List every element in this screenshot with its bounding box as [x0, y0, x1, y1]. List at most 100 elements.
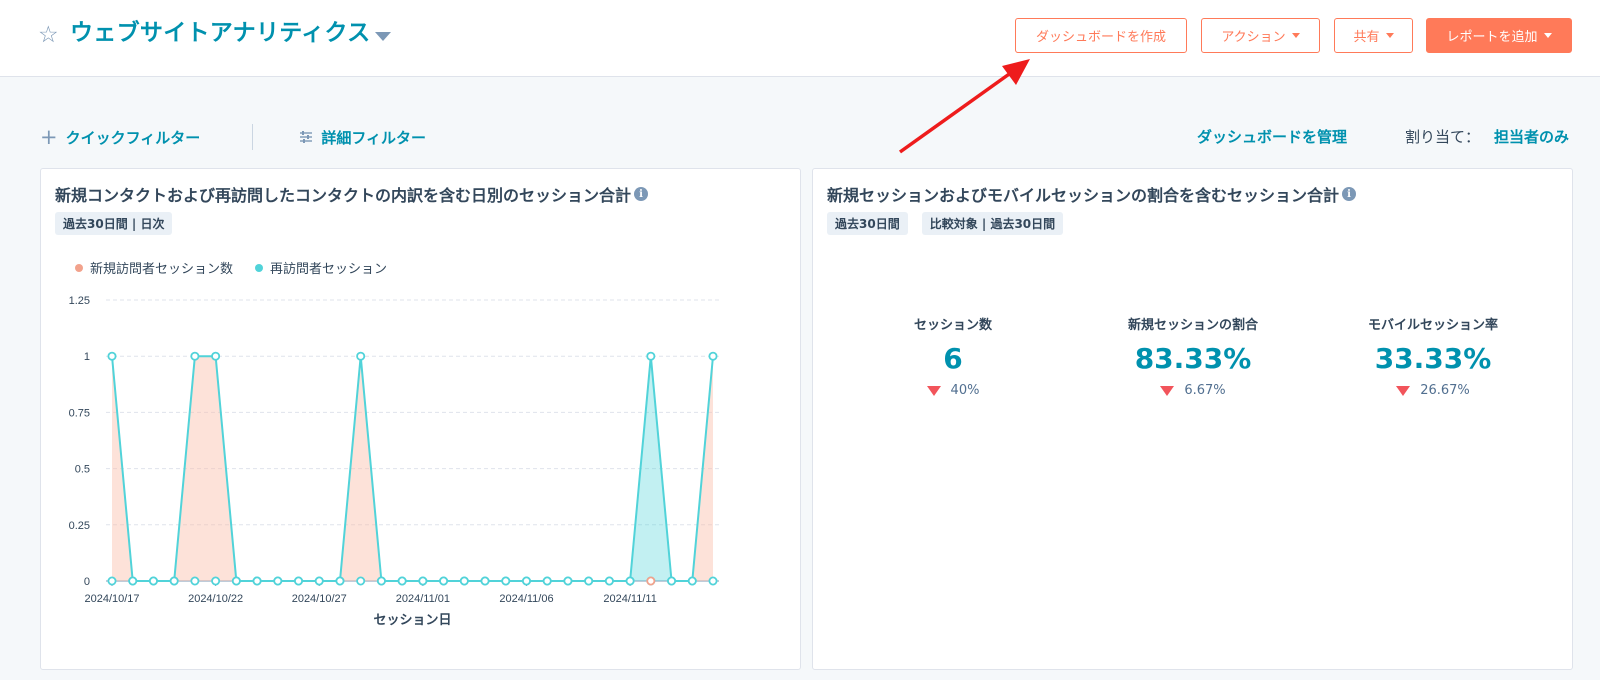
data-point — [542, 576, 552, 586]
data-point — [708, 351, 718, 361]
data-point — [356, 576, 366, 586]
data-point — [273, 576, 283, 586]
data-point — [294, 576, 304, 586]
data-point — [418, 576, 428, 586]
data-point — [625, 576, 635, 586]
kpi-change-value: 40% — [950, 383, 980, 398]
share-label: 共有 — [1353, 29, 1380, 44]
kpi-change-value: 6.67% — [1184, 383, 1226, 398]
y-tick-label: 1.25 — [69, 295, 90, 307]
advanced-filter-label: 詳細フィルター — [321, 128, 427, 147]
quick-filter-button[interactable]: + クイックフィルター — [40, 127, 200, 148]
data-point — [667, 576, 677, 586]
data-point — [252, 576, 262, 586]
plus-icon: + — [40, 125, 58, 149]
kpi-change: 6.67% — [1073, 383, 1313, 398]
series-area-0 — [112, 356, 713, 581]
kpi-value: 83.33% — [1134, 342, 1252, 375]
data-point — [314, 576, 324, 586]
data-point — [190, 576, 200, 586]
x-axis-title: セッション日 — [373, 613, 451, 628]
data-point — [584, 576, 594, 586]
y-tick-label: 0.75 — [69, 407, 90, 419]
add-report-label: レポートを追加 — [1446, 29, 1538, 44]
x-tick-label: 2024/11/01 — [396, 593, 450, 605]
assign-label: 割り当て： — [1405, 128, 1481, 146]
report-card-sessions-by-day: 新規コンタクトおよび再訪問したコンタクトの内訳を含む日別のセッション合計 i 過… — [40, 168, 801, 670]
data-point — [169, 576, 179, 586]
data-point — [439, 576, 449, 586]
caret-down-icon — [1385, 33, 1394, 38]
add-report-button[interactable]: レポートを追加 — [1426, 18, 1572, 53]
kpi-sessions: セッション数 6 40% — [833, 314, 1073, 398]
data-point — [459, 576, 469, 586]
create-dashboard-button[interactable]: ダッシュボードを作成 — [1015, 18, 1187, 53]
data-point — [356, 351, 366, 361]
data-point — [376, 576, 386, 586]
data-point — [646, 351, 656, 361]
kpi-mobile-session-rate: モバイルセッション率 33.33% 26.67% — [1313, 314, 1553, 398]
chevron-down-icon[interactable] — [375, 32, 391, 41]
data-point-new — [646, 576, 656, 586]
x-tick-label: 2024/10/27 — [292, 593, 347, 605]
data-point — [687, 576, 697, 586]
y-tick-label: 0.5 — [75, 464, 90, 476]
kpi-change: 40% — [833, 383, 1073, 398]
filter-bar: + クイックフィルター 詳細フィルター — [40, 124, 426, 150]
comparison-tag: 比較対象 | 過去30日間 — [921, 212, 1064, 235]
kpi-label: セッション数 — [913, 318, 992, 333]
kpi-label: 新規セッションの割合 — [1127, 318, 1258, 333]
data-point — [480, 576, 490, 586]
kpi-value: 33.33% — [1374, 342, 1492, 375]
star-favorite-icon[interactable]: ☆ — [38, 22, 59, 48]
x-tick-label: 2024/11/06 — [499, 593, 553, 605]
advanced-filter-button[interactable]: 詳細フィルター — [299, 127, 426, 148]
kpi-change-value: 26.67% — [1420, 383, 1470, 398]
data-point — [521, 576, 531, 586]
data-point — [708, 576, 718, 586]
report-card-session-totals: 新規セッションおよびモバイルセッションの割合を含むセッション合計 i 過去30日… — [812, 168, 1573, 670]
data-point — [107, 351, 117, 361]
kpi-label: モバイルセッション率 — [1367, 318, 1498, 333]
data-point — [231, 576, 241, 586]
data-point — [128, 576, 138, 586]
y-tick-label: 1 — [84, 351, 90, 363]
quick-filter-label: クイックフィルター — [65, 128, 201, 147]
divider — [252, 124, 254, 150]
trend-down-icon — [1160, 385, 1175, 396]
manage-dashboards-link[interactable]: ダッシュボードを管理 — [1197, 126, 1347, 147]
data-point — [335, 576, 345, 586]
report-title: 新規セッションおよびモバイルセッションの割合を含むセッション合計 i — [827, 182, 1357, 206]
assign-value-link[interactable]: 担当者のみ — [1494, 126, 1569, 147]
info-icon[interactable]: i — [1342, 187, 1357, 201]
report-title-text: 新規セッションおよびモバイルセッションの割合を含むセッション合計 — [827, 186, 1340, 205]
data-point — [211, 351, 221, 361]
data-point — [501, 576, 511, 586]
data-point — [604, 576, 614, 586]
x-tick-label: 2024/10/17 — [84, 593, 139, 605]
trend-down-icon — [926, 385, 941, 396]
kpi-change: 26.67% — [1313, 383, 1553, 398]
data-point — [397, 576, 407, 586]
data-point — [107, 576, 117, 586]
annotation-arrow-shaft — [898, 70, 1014, 154]
dashboard-title[interactable]: ウェブサイトアナリティクス — [70, 18, 370, 48]
y-tick-label: 0 — [84, 576, 90, 588]
data-point — [563, 576, 573, 586]
x-tick-label: 2024/11/11 — [603, 593, 656, 605]
date-range-tag: 過去30日間 — [827, 212, 908, 235]
data-point — [190, 351, 200, 361]
data-point — [211, 576, 221, 586]
kpi-value: 6 — [943, 342, 963, 375]
y-tick-label: 0.25 — [69, 520, 90, 532]
sliders-icon — [300, 131, 313, 143]
actions-button[interactable]: アクション — [1201, 18, 1320, 53]
x-tick-label: 2024/10/22 — [188, 593, 243, 605]
report-tags: 過去30日間 比較対象 | 過去30日間 — [827, 212, 1064, 235]
session-area-chart: 0 0.25 0.5 0.75 1 1.25 2024/10/17 2024/10/22 202… — [69, 295, 719, 628]
share-button[interactable]: 共有 — [1334, 18, 1413, 53]
actions-label: アクション — [1221, 29, 1286, 44]
kpi-new-session-rate: 新規セッションの割合 83.33% 6.67% — [1073, 314, 1313, 398]
caret-down-icon — [1543, 33, 1552, 38]
data-point — [148, 576, 158, 586]
